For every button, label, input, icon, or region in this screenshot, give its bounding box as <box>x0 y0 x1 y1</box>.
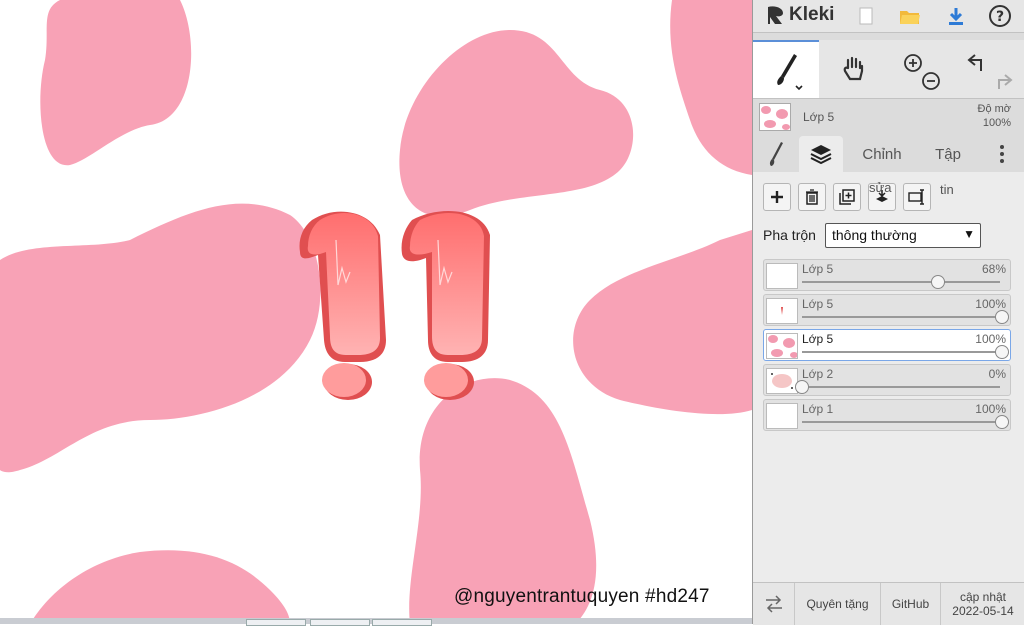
layer-name: Lớp 1 <box>802 402 834 416</box>
layer-opacity-value: 0% <box>988 367 1006 381</box>
layer-opacity-slider[interactable] <box>802 386 1000 388</box>
chevron-down-icon: ▼ <box>963 227 975 241</box>
new-file-icon[interactable] <box>853 3 879 29</box>
footer-bar: Quyên tặng GitHub cập nhật 2022-05-14 <box>753 582 1024 625</box>
blend-mode-label: Pha trộn <box>763 227 816 243</box>
zoom-icon <box>904 54 940 90</box>
tab-brush[interactable] <box>757 136 795 172</box>
taskbar-strip <box>0 618 752 626</box>
layer-opacity-slider-handle[interactable] <box>795 380 809 394</box>
kleki-logo-icon <box>768 6 783 24</box>
panel-tabs: Chỉnh Tập <box>753 136 1024 173</box>
pink-blob <box>670 0 752 175</box>
layer-opacity-slider[interactable] <box>802 351 1000 353</box>
pink-blob <box>30 550 290 624</box>
layer-row[interactable]: Lớp 5 100% <box>763 294 1011 326</box>
layer-thumbnail <box>766 298 798 324</box>
layer-name: Lớp 5 <box>802 262 834 276</box>
watermark-text: @nguyentrantuquyen #hd247 <box>454 586 710 607</box>
layer-opacity-slider[interactable] <box>802 421 1000 423</box>
brush-icon <box>777 54 803 91</box>
artwork <box>0 0 752 624</box>
layer-row[interactable]: Lớp 5 100% <box>763 329 1011 361</box>
update-date: 2022-05-14 <box>952 604 1014 618</box>
layer-opacity-slider[interactable] <box>802 316 1000 318</box>
current-layer-thumbnail <box>759 103 791 131</box>
pink-blob <box>573 230 752 415</box>
layer-opacity-value: 100% <box>975 332 1006 346</box>
info-label: tin <box>940 182 954 197</box>
swap-panel-button[interactable] <box>753 583 795 625</box>
tool-row <box>753 40 1024 99</box>
layer-name: Lớp 5 <box>802 297 834 311</box>
brush-tool-button[interactable] <box>753 40 819 98</box>
layer-opacity-value: 100% <box>975 297 1006 311</box>
kleki-logo[interactable]: Kleki <box>765 4 834 26</box>
swap-arrows-icon <box>765 595 782 613</box>
app-name: Kleki <box>789 4 835 25</box>
zoom-buttons[interactable] <box>889 40 955 98</box>
layer-opacity-slider[interactable] <box>802 281 1000 283</box>
layer-thumbnail <box>766 403 798 429</box>
github-link[interactable]: GitHub <box>881 583 941 625</box>
update-label: cập nhật <box>959 590 1007 604</box>
layer-thumbnail <box>766 333 798 359</box>
pink-blob <box>40 0 192 166</box>
layer-row[interactable]: Lớp 2 0% <box>763 364 1011 396</box>
drawing-canvas[interactable]: @nguyentrantuquyen #hd247 <box>0 0 752 624</box>
delete-layer-button[interactable] <box>798 183 826 211</box>
duplicate-icon <box>839 189 855 205</box>
tab-file[interactable]: Tập <box>923 136 973 172</box>
download-icon[interactable] <box>943 3 969 29</box>
layer-thumbnail <box>766 368 798 394</box>
current-layer-name: Lớp 5 <box>803 110 835 124</box>
layer-opacity-slider-handle[interactable] <box>931 275 945 289</box>
update-info[interactable]: cập nhật 2022-05-14 <box>941 583 1024 625</box>
side-panel: Kleki ? Lớp 5 Độ mờ 100% Chỉnh Tập sửa t… <box>752 0 1024 625</box>
pink-blob <box>399 30 634 217</box>
exclamation-mark-2 <box>401 211 490 400</box>
plus-icon <box>771 191 783 203</box>
svg-text:?: ? <box>996 9 1004 25</box>
layer-opacity-value: 100% <box>975 402 1006 416</box>
layer-row[interactable]: Lớp 1 100% <box>763 399 1011 431</box>
undo-redo-buttons[interactable] <box>957 40 1023 98</box>
layer-opacity-slider-handle[interactable] <box>995 310 1009 324</box>
duplicate-layer-button[interactable] <box>833 183 861 211</box>
help-icon[interactable]: ? <box>987 3 1013 29</box>
current-layer-info: Lớp 5 Độ mờ 100% <box>753 99 1024 135</box>
donate-link[interactable]: Quyên tặng <box>795 583 881 625</box>
top-bar: Kleki ? <box>753 0 1024 33</box>
pink-blob <box>0 203 321 473</box>
layers-icon <box>810 145 832 165</box>
opacity-label: Độ mờ <box>977 103 1012 115</box>
opacity-value: 100% <box>982 117 1011 129</box>
hand-icon <box>843 56 864 81</box>
layer-thumbnail <box>766 263 798 289</box>
layer-row[interactable]: Lớp 5 68% <box>763 259 1011 291</box>
blend-mode-select[interactable]: thông thường ▼ <box>825 223 981 248</box>
hand-tool-button[interactable] <box>821 40 887 98</box>
open-folder-icon[interactable] <box>897 3 923 29</box>
trash-icon <box>806 189 818 205</box>
brush-icon <box>769 142 783 166</box>
layer-opacity-slider-handle[interactable] <box>995 345 1009 359</box>
layer-name: Lớp 5 <box>802 332 834 346</box>
more-options-icon[interactable] <box>989 136 1015 172</box>
tab-layers[interactable] <box>799 136 843 172</box>
rename-layer-button[interactable] <box>903 183 931 211</box>
merge-label: sửa <box>869 180 892 195</box>
layer-opacity-slider-handle[interactable] <box>995 415 1009 429</box>
tab-adjust[interactable]: Chỉnh <box>853 136 911 172</box>
layer-name: Lớp 2 <box>802 367 834 381</box>
blend-mode-value: thông thường <box>832 227 917 243</box>
rename-icon <box>908 189 924 205</box>
add-layer-button[interactable] <box>763 183 791 211</box>
undo-icon <box>967 54 1013 89</box>
layer-opacity-value: 68% <box>981 262 1006 276</box>
